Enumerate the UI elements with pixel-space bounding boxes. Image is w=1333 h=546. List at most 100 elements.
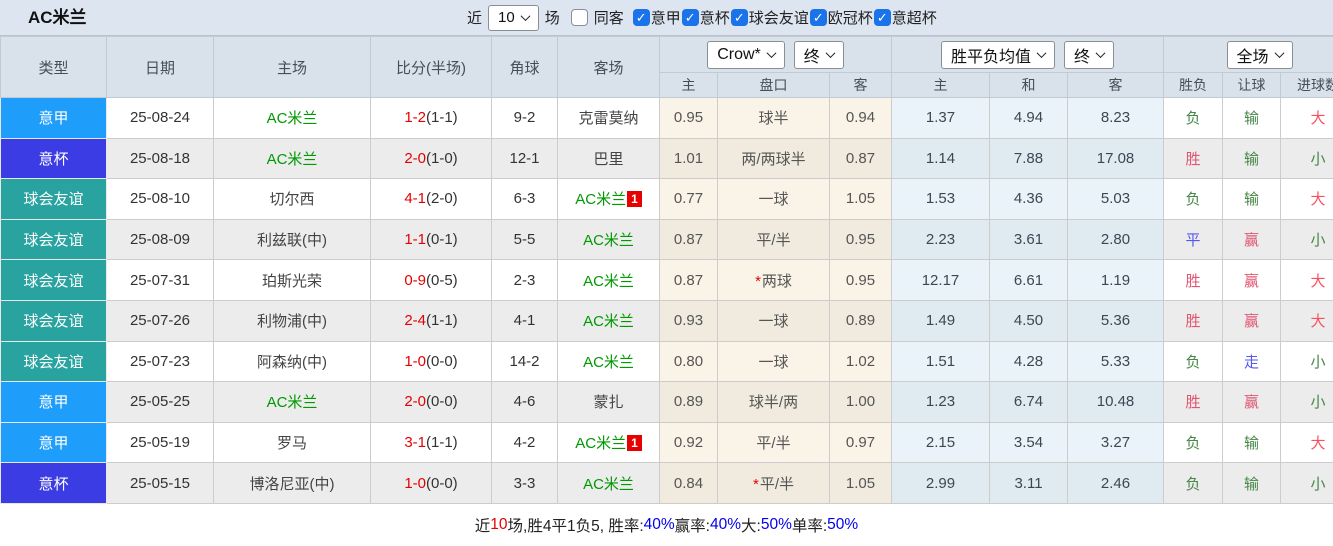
date-cell: 25-08-09 [106,218,214,261]
competition-type-cell: 意杯 [0,462,107,504]
competition-type-cell: 球会友谊 [0,218,107,261]
corner-cell: 3-3 [491,462,558,504]
euro-home-odds-cell: 1.37 [891,97,990,139]
euro-away-odds-cell: 8.23 [1066,97,1165,139]
competition-checkbox[interactable]: ✓ [873,9,891,26]
handicap-line-text: 平/半 [759,475,794,493]
score-cell: 2-0(1-0) [370,137,492,180]
score-cell: 3-1(1-1) [370,421,492,464]
asia-company-select[interactable]: Crow* [707,40,785,69]
competition-filter: ✓ 欧冠杯 [809,7,873,28]
asia-state-select[interactable]: 终 [793,40,844,69]
result-cell: 胜 [1163,137,1224,180]
euro-away-odds-cell: 1.19 [1066,259,1165,301]
handicap-line-text: 平/半 [756,232,791,250]
fulltime-score: 1-1 [404,231,426,249]
away-team-name: AC米兰 [583,475,634,493]
halftime-score: (1-1) [426,109,458,127]
chevron-down-icon [1095,48,1106,59]
euro-home-odds-cell: 1.53 [891,178,990,220]
competition-checkbox[interactable]: ✓ [681,9,699,26]
goals-result-cell: 大 [1280,97,1333,139]
asia-home-odds-cell: 0.89 [659,381,718,423]
result-cell: 胜 [1163,259,1224,301]
europe-state-select[interactable]: 终 [1064,40,1115,69]
home-team-cell: AC米兰 [213,381,371,423]
chevron-down-icon [1274,48,1284,59]
handicap-line-text: 一球 [758,313,789,331]
matches-table: 类型 日期 主场 比分(半场) 角球 客场 Crow* 终 胜平负均值 终 全场… [0,36,1333,504]
date-cell: 25-05-19 [106,421,214,464]
summary-segment: 近 [474,518,491,536]
halftime-score: (2-0) [426,190,458,208]
handicap-line-cell: 球半/两 [717,381,830,423]
euro-draw-odds-cell: 3.54 [989,421,1068,464]
asia-home-odds-cell: 0.84 [659,462,718,504]
date-cell: 25-07-31 [106,259,214,301]
euro-draw-odds-cell: 3.61 [989,218,1068,261]
corner-cell: 2-3 [491,259,558,301]
match-count-select[interactable]: 10 [488,4,539,31]
competition-filter: ✓ 意杯 [681,7,730,28]
handicap-line-text: 球半 [758,110,789,128]
match-row: 意杯 25-08-18 AC米兰 2-0(1-0) 12-1 巴里 1.01 两/两球半 0.8… [0,137,1333,180]
away-team-cell: 巴里 [557,137,660,180]
match-row: 意甲 25-08-24 AC米兰 1-2(1-1) 9-2 克雷莫纳 0.95 球半 0.94 1… [0,97,1333,139]
same-opponent-checkbox[interactable] [570,9,588,26]
competition-type-cell: 意甲 [0,97,107,139]
corner-cell: 14-2 [491,340,558,383]
handicap-line-text: 一球 [758,353,789,371]
asia-away-odds-cell: 1.02 [829,340,892,383]
subcol-euro-draw: 和 [989,72,1068,98]
halftime-score: (0-1) [426,231,458,249]
result-cell: 平 [1163,218,1224,261]
summary-segment: 40% [709,516,742,534]
fulltime-score: 2-0 [404,149,426,167]
handicap-line-text: 平/半 [756,435,791,453]
asia-home-odds-cell: 1.01 [659,137,718,180]
competition-checkbox[interactable]: ✓ [809,9,827,26]
summary-footer: 近 10 场,胜4平1负5, 胜率: 40% 赢率: 40% 大: 50% 单率: 50% [0,504,1333,546]
europe-company-select[interactable]: 胜平负均值 [941,40,1056,69]
handicap-line-cell: 一球 [717,340,830,383]
euro-home-odds-cell: 1.23 [891,381,990,423]
euro-draw-odds-cell: 6.61 [989,259,1068,301]
corner-cell: 6-3 [491,178,558,220]
europe-odds-header: 胜平负均值 终 [890,36,1165,73]
home-team-name: 阿森纳(中) [257,353,327,371]
away-team-name: AC米兰 [575,191,627,209]
competition-checkbox[interactable]: ✓ [730,9,748,26]
euro-away-odds-cell: 2.46 [1066,462,1165,504]
summary-segment: 单率: [791,518,828,536]
competition-filters: ✓ 意甲 ✓ 意杯 ✓ 球会友谊 ✓ 欧冠杯 ✓ 意超杯 [632,7,937,28]
asia-away-odds-cell: 1.05 [829,462,892,504]
corner-cell: 4-6 [491,381,558,423]
competition-checkbox[interactable]: ✓ [632,9,650,26]
euro-away-odds-cell: 10.48 [1066,381,1165,423]
competition-type-cell: 球会友谊 [0,299,107,342]
result-cell: 负 [1163,462,1224,504]
away-team-cell: AC米兰 [557,259,660,301]
competition-label: 球会友谊 [748,10,809,27]
col-header-score: 比分(半场) [370,36,492,98]
competition-type-cell: 球会友谊 [0,259,107,301]
away-team-name: 克雷莫纳 [578,110,639,128]
away-team-cell: AC米兰 [557,299,660,342]
summary-segment: 大: [741,518,761,536]
score-cell: 0-9(0-5) [370,259,492,301]
handicap-result-cell: 输 [1222,178,1282,220]
asia-home-odds-cell: 0.80 [659,340,718,383]
corner-cell: 4-2 [491,421,558,464]
asia-home-odds-cell: 0.92 [659,421,718,464]
summary-segment: 10 [490,516,508,534]
euro-home-odds-cell: 1.49 [891,299,990,342]
corner-cell: 9-2 [491,97,558,139]
scope-select[interactable]: 全场 [1226,40,1293,69]
match-row: 球会友谊 25-08-10 切尔西 4-1(2-0) 6-3 AC米兰 1 0.77 一球 1.0… [0,178,1333,220]
competition-type-cell: 意甲 [0,381,107,423]
halftime-score: (0-5) [426,271,458,289]
subcol-asia-home: 主 [659,72,718,98]
chevron-down-icon [1036,48,1047,59]
euro-home-odds-cell: 12.17 [891,259,990,301]
match-stats-page: AC米兰 近 10 场 同客 ✓ 意甲 ✓ 意杯 ✓ 球会友谊 ✓ 欧冠杯 ✓ 意超杯 [0,0,1333,546]
